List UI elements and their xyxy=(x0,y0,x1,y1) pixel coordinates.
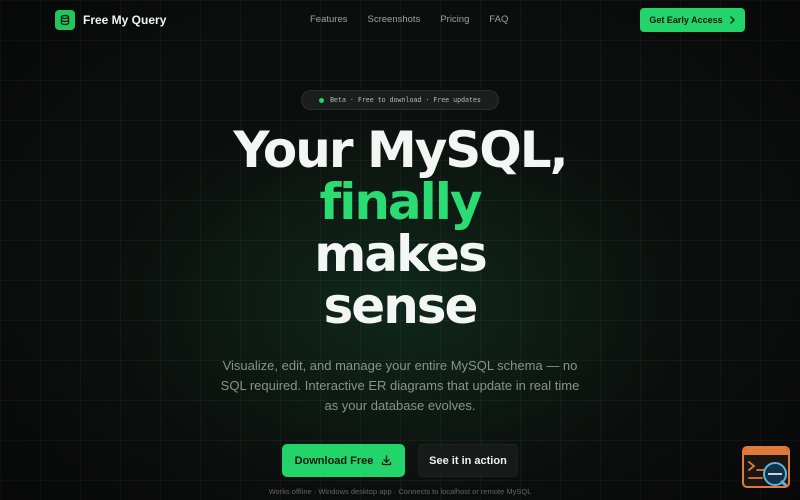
headline-line-4: sense xyxy=(323,277,479,335)
nav-link-features[interactable]: Features xyxy=(310,14,348,25)
download-free-button[interactable]: Download Free xyxy=(282,444,405,477)
hero-headline: Your MySQL, finally makes sense xyxy=(0,124,800,332)
get-early-access-button[interactable]: Get Early Access xyxy=(640,8,745,32)
chevron-right-icon xyxy=(729,16,735,24)
download-icon xyxy=(382,455,392,466)
brand-logo[interactable]: Free My Query xyxy=(55,10,166,30)
headline-line-2: finally xyxy=(319,173,482,231)
headline-line-1: Your MySQL, xyxy=(233,121,568,179)
hero-subtitle: Visualize, edit, and manage your entire … xyxy=(220,358,580,413)
headline-line-3: makes xyxy=(314,225,487,283)
status-dot xyxy=(319,97,325,103)
nav-link-faq[interactable]: FAQ xyxy=(489,14,508,25)
download-free-label: Download Free xyxy=(294,454,374,467)
database-icon xyxy=(55,10,75,30)
beta-badge-text: Beta · Free to download · Free updates xyxy=(330,96,481,104)
see-it-in-action-button[interactable]: See it in action xyxy=(418,444,518,477)
nav-links: Features Screenshots Pricing FAQ xyxy=(310,14,508,25)
brand-name: Free My Query xyxy=(83,13,167,27)
get-early-access-label: Get Early Access xyxy=(649,15,723,25)
see-it-in-action-label: See it in action xyxy=(429,454,507,467)
beta-badge: Beta · Free to download · Free updates xyxy=(301,90,499,110)
floating-widget[interactable] xyxy=(742,446,790,488)
nav-link-pricing[interactable]: Pricing xyxy=(440,14,469,25)
top-nav: Free My Query Features Screenshots Prici… xyxy=(0,0,800,40)
nav-link-screenshots[interactable]: Screenshots xyxy=(368,14,421,25)
terminal-search-icon xyxy=(744,448,788,486)
hero-footnote: Works offline · Windows desktop app · Co… xyxy=(268,487,532,496)
